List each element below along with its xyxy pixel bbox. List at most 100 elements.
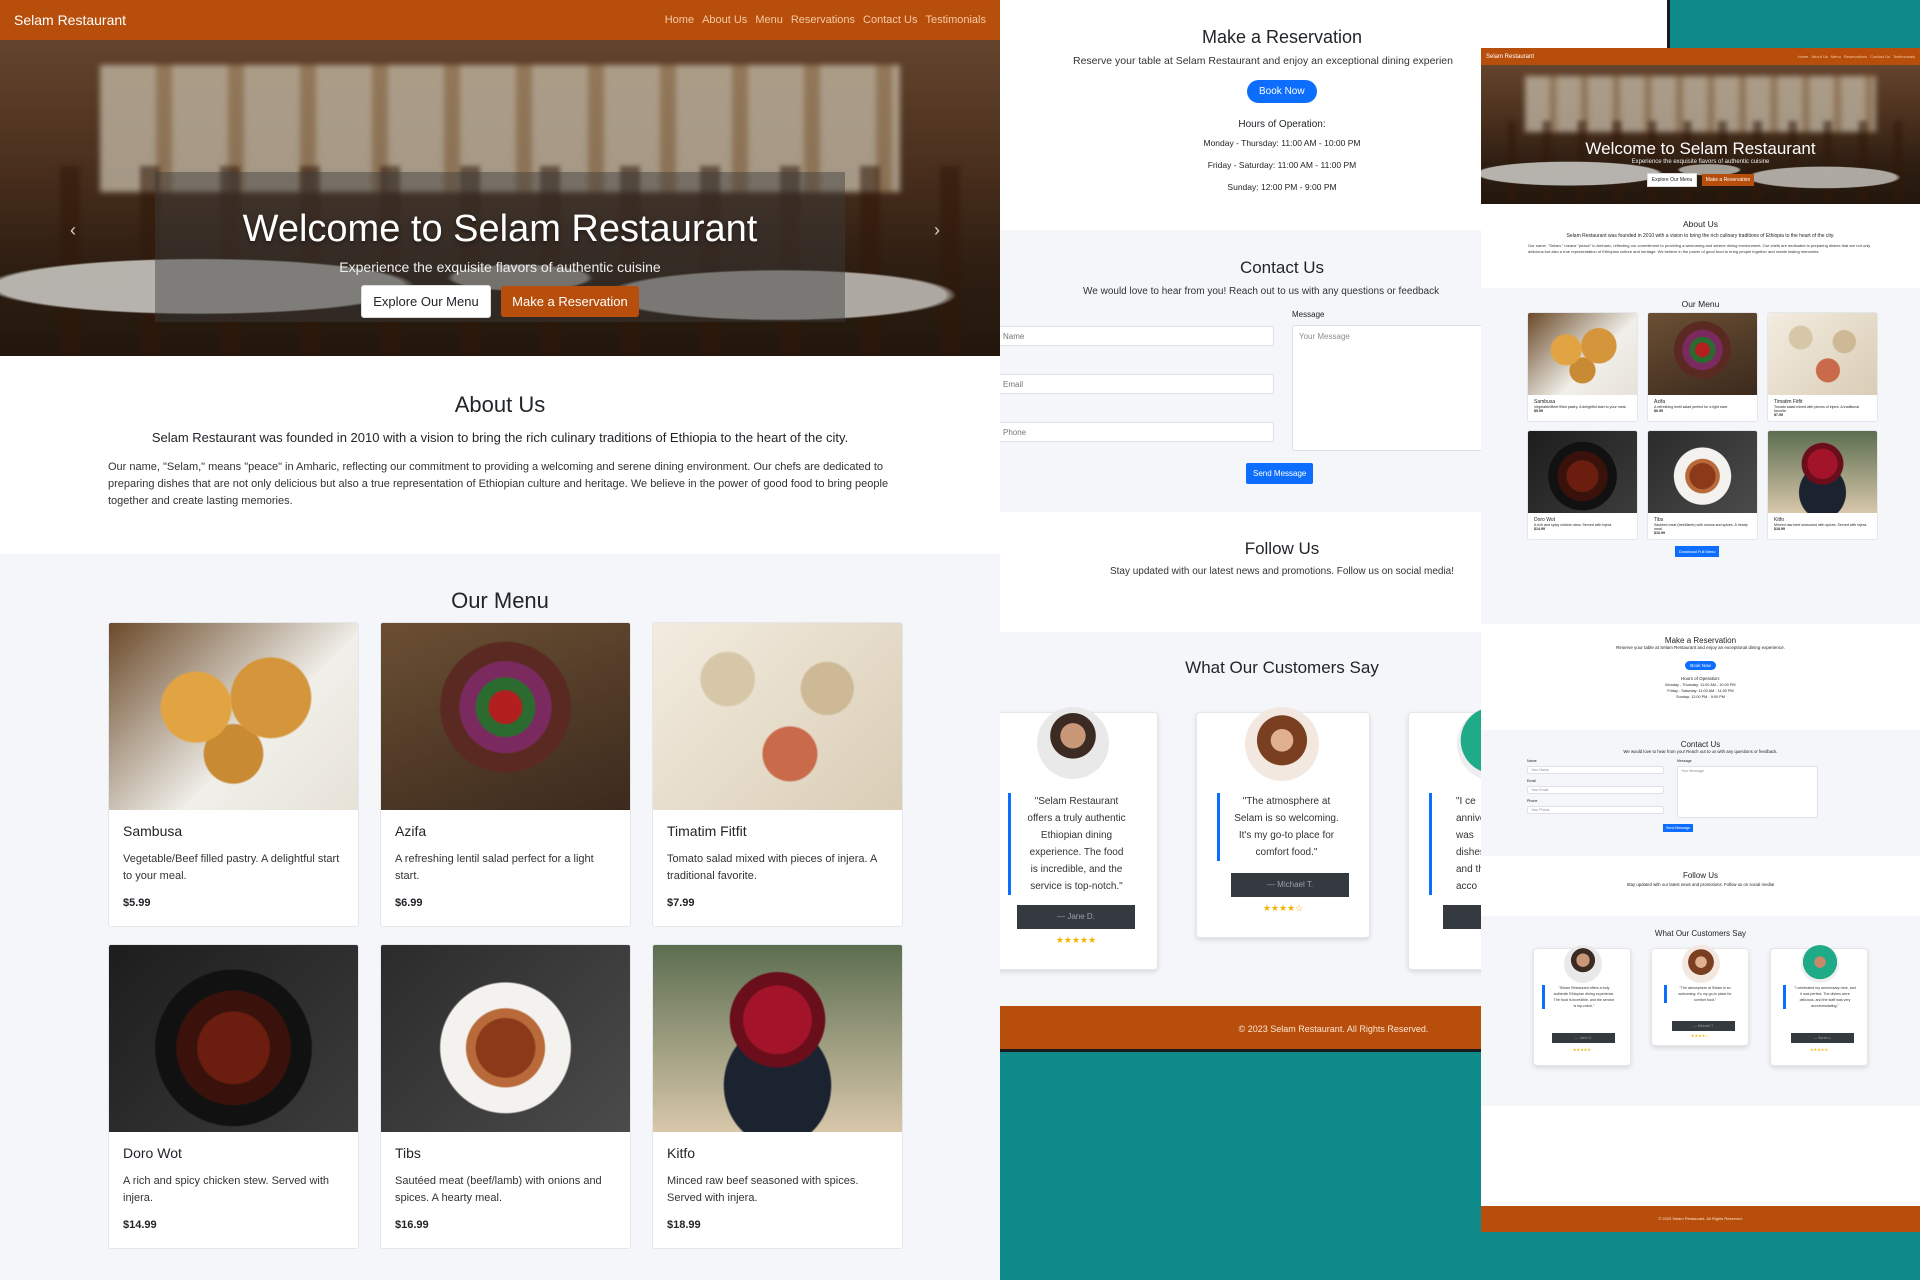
- menu-card: Kitfo Minced raw beef seasoned with spice…: [1767, 430, 1878, 540]
- menu-item-name: Tibs: [395, 1145, 421, 1161]
- menu-item-desc: A refreshing lentil salad perfect for a …: [395, 853, 594, 882]
- menu-card: Timatim Fitfit Tomato salad mixed with pi…: [652, 622, 903, 927]
- sambusa-image: [109, 623, 358, 810]
- follow-section: Follow Us Stay updated with our latest n…: [1481, 856, 1920, 916]
- nav-reservations[interactable]: Reservations: [1844, 54, 1867, 59]
- follow-title: Follow Us: [1244, 539, 1320, 558]
- make-reservation-button[interactable]: Make a Reservation: [501, 286, 639, 317]
- nav-home[interactable]: Home: [665, 14, 694, 26]
- rating-stars: ★★★★★: [1055, 935, 1097, 945]
- follow-text: Stay updated with our latest news and pr…: [1109, 566, 1455, 577]
- make-reservation-button[interactable]: Make a Reservation: [1701, 174, 1755, 186]
- menu-item-price: $14.99: [123, 1219, 157, 1231]
- book-now-button[interactable]: Book Now: [1247, 80, 1317, 103]
- hero-carousel: Welcome to Selam Restaurant Experience t…: [1481, 65, 1920, 204]
- send-message-button[interactable]: Send Message: [1246, 463, 1314, 484]
- nav-testimonials[interactable]: Testimonials: [1893, 54, 1915, 59]
- explore-menu-button[interactable]: Explore Our Menu: [1646, 173, 1698, 187]
- about-section: About Us Selam Restaurant was founded in…: [1481, 204, 1920, 288]
- explore-menu-button[interactable]: Explore Our Menu: [361, 285, 491, 318]
- menu-item-price: $6.99: [395, 897, 423, 909]
- menu-item-desc: Sautéed meat (beef/lamb) with onions and…: [395, 1175, 602, 1204]
- menu-card: Azifa A refreshing lentil salad perfect f…: [380, 622, 631, 927]
- reservation-section: Make a Reservation Reserve your table at…: [1481, 624, 1920, 730]
- nav-contact[interactable]: Contact Us: [1870, 54, 1890, 59]
- footer: © 2023 Selam Restaurant. All Rights Rese…: [1481, 1206, 1920, 1232]
- testimonial-quote: "The atmosphere at Selam is so welcoming…: [1217, 793, 1349, 861]
- tibs-image: [381, 945, 630, 1132]
- menu-item-desc: Minced raw beef seasoned with spices. Se…: [667, 1175, 859, 1204]
- nav-about[interactable]: About Us: [1811, 54, 1827, 59]
- about-body: Our name, "Selam," means "peace" in Amha…: [108, 461, 889, 507]
- brand-logo[interactable]: Selam Restaurant: [14, 12, 126, 28]
- menu-item-desc: Vegetable/Beef filled pastry. A delightf…: [123, 853, 340, 882]
- menu-item-price: $16.99: [395, 1219, 429, 1231]
- nav-home[interactable]: Home: [1798, 54, 1809, 59]
- contact-section: Contact Us We would love to hear from yo…: [1481, 730, 1920, 856]
- book-now-button[interactable]: Book Now: [1685, 661, 1716, 670]
- customer-avatar: [1037, 707, 1109, 779]
- nav-about[interactable]: About Us: [702, 14, 747, 26]
- send-message-button[interactable]: Send Message: [1663, 824, 1693, 832]
- menu-card: Azifa A refreshing lentil salad perfect f…: [1647, 312, 1758, 422]
- phone-field[interactable]: [1000, 422, 1274, 442]
- testimonials-section: What Our Customers Say "Selam Restaurant…: [1481, 916, 1920, 1106]
- hours-fri-sat: Friday - Saturday: 11:00 AM - 11:00 PM: [1207, 160, 1357, 170]
- nav-links: Home About Us Menu Reservations Contact …: [1795, 54, 1915, 59]
- testimonial-author: — Jane D.: [1017, 905, 1135, 929]
- menu-item-desc: Tomato salad mixed with pieces of injera…: [667, 853, 877, 882]
- menu-title: Our Menu: [1681, 299, 1720, 309]
- hero-title: Welcome to Selam Restaurant: [1585, 139, 1816, 158]
- menu-item-price: $7.99: [667, 897, 695, 909]
- about-title: About Us: [454, 392, 546, 417]
- nav-menu[interactable]: Menu: [755, 14, 783, 26]
- hero-subtitle: Experience the exquisite flavors of auth…: [339, 259, 661, 275]
- menu-item-desc: A rich and spicy chicken stew. Served wi…: [123, 1175, 330, 1204]
- about-lead: Selam Restaurant was founded in 2010 wit…: [151, 430, 849, 445]
- nav-menu[interactable]: Menu: [1831, 54, 1841, 59]
- reservation-text: Reserve your table at Selam Restaurant a…: [1073, 55, 1453, 67]
- menu-card: Timatim Fitfit Tomato salad mixed with pi…: [1767, 312, 1878, 422]
- menu-item-name: Azifa: [395, 823, 427, 839]
- navbar: Selam Restaurant Home About Us Menu Rese…: [0, 0, 1000, 40]
- menu-section: Our Menu Sambusa Vegetable/Beef filled pa…: [1481, 288, 1920, 624]
- name-field[interactable]: [1000, 326, 1274, 346]
- nav-contact[interactable]: Contact Us: [863, 14, 917, 26]
- hours-title: Hours of Operation:: [1238, 119, 1326, 130]
- menu-item-price: $18.99: [667, 1219, 701, 1231]
- hero-carousel: ‹ › Welcome to Selam Restaurant Experien…: [0, 40, 1000, 356]
- testimonial-card: "The atmosphere at Selam is so welcoming…: [1196, 707, 1370, 938]
- reservation-title: Make a Reservation: [1201, 27, 1363, 47]
- menu-card: Tibs Sautéed meat (beef/lamb) with onions…: [1647, 430, 1758, 540]
- azifa-image: [381, 623, 630, 810]
- about-body: Our name, "Selam," means "peace" in Amha…: [1528, 243, 1871, 254]
- menu-item-price: $5.99: [123, 897, 151, 909]
- message-field[interactable]: Your Message: [1292, 325, 1492, 451]
- brand-logo[interactable]: Selam Restaurant: [1486, 54, 1534, 60]
- menu-card: Kitfo Minced raw beef seasoned with spice…: [652, 944, 903, 1249]
- menu-title: Our Menu: [451, 588, 549, 613]
- nav-reservations[interactable]: Reservations: [791, 14, 855, 26]
- menu-item-name: Sambusa: [123, 823, 183, 839]
- menu-item-name: Kitfo: [667, 1145, 696, 1161]
- email-field[interactable]: [1000, 374, 1274, 394]
- nav-links: Home About Us Menu Reservations Contact …: [657, 14, 986, 26]
- screen-full-page: Selam Restaurant Home About Us Menu Rese…: [1481, 48, 1920, 1232]
- menu-item-name: Timatim Fitfit: [667, 823, 747, 839]
- timatim-image: [653, 623, 902, 810]
- menu-card: Tibs Sautéed meat (beef/lamb) with onions…: [380, 944, 631, 1249]
- contact-title: Contact Us: [1239, 258, 1325, 277]
- testimonial-quote: "Selam Restaurant offers a truly authent…: [1008, 793, 1134, 895]
- about-title: About Us: [1683, 219, 1718, 229]
- contact-text: We would love to hear from you! Reach ou…: [1083, 286, 1440, 297]
- menu-card: Sambusa Vegetable/Beef filled pastry. A d…: [108, 622, 359, 927]
- nav-testimonials[interactable]: Testimonials: [925, 14, 986, 26]
- menu-item-name: Doro Wot: [123, 1145, 182, 1161]
- hero-title: Welcome to Selam Restaurant: [242, 208, 758, 250]
- doro-wot-image: [109, 945, 358, 1132]
- menu-card: Doro Wot A rich and spicy chicken stew. S…: [1527, 430, 1638, 540]
- download-menu-button[interactable]: Download Full Menu: [1675, 546, 1720, 557]
- about-section: About Us Selam Restaurant was founded in…: [0, 356, 1000, 554]
- menu-card: Doro Wot A rich and spicy chicken stew. S…: [108, 944, 359, 1249]
- testimonial-author: — Michael T.: [1231, 873, 1349, 897]
